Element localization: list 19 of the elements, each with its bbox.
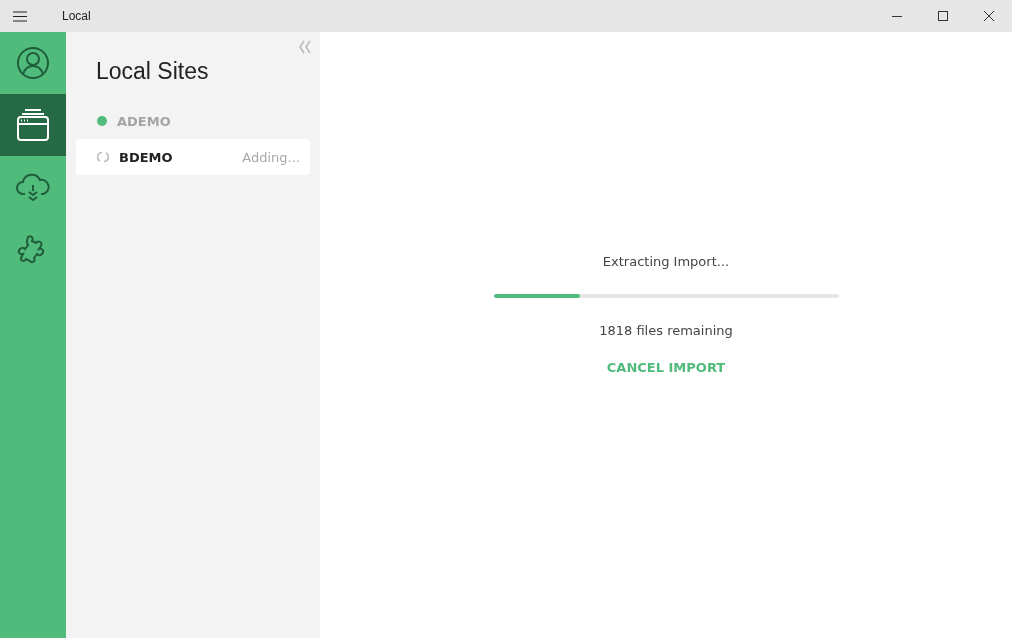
site-item[interactable]: ADEMO — [76, 103, 310, 139]
files-remaining-text: 1818 files remaining — [599, 322, 733, 338]
cancel-import-button[interactable]: CANCEL IMPORT — [602, 357, 730, 377]
site-name: BDEMO — [119, 149, 173, 165]
site-status: Adding... — [242, 149, 300, 165]
loading-spinner-icon — [97, 151, 109, 163]
user-icon — [16, 46, 50, 80]
cloud-download-icon — [16, 172, 50, 202]
collapse-sidebar-icon[interactable] — [298, 40, 312, 54]
browser-window-icon — [16, 108, 50, 142]
window-title: Local — [62, 9, 91, 23]
close-icon — [983, 10, 995, 22]
maximize-icon — [937, 10, 949, 22]
site-item[interactable]: BDEMO Adding... — [76, 139, 310, 175]
sidebar-title: Local Sites — [96, 58, 210, 85]
nav-item[interactable] — [0, 94, 66, 156]
progress-message: Extracting Import... — [602, 253, 730, 269]
site-name: ADEMO — [117, 113, 171, 129]
status-dot — [97, 116, 107, 126]
